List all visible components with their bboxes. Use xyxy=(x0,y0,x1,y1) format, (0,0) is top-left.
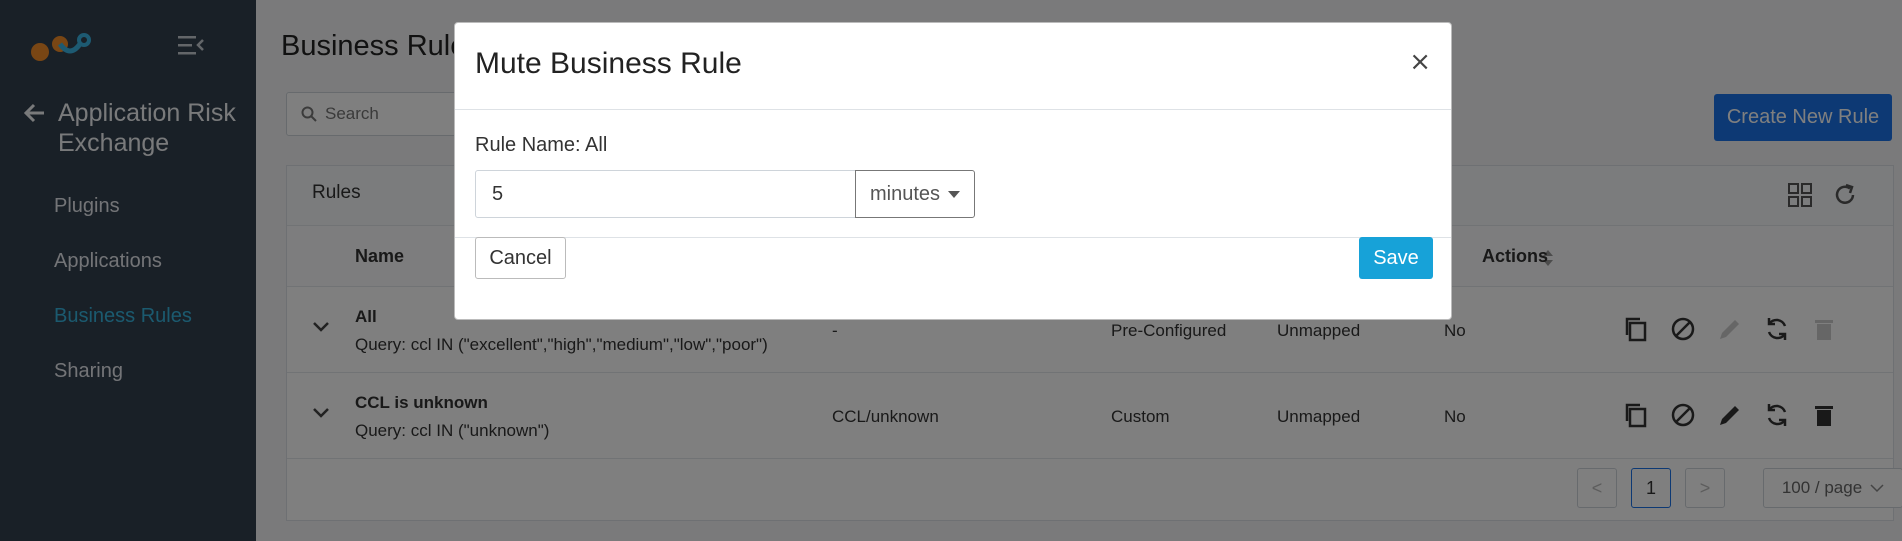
modal-header: Mute Business Rule × xyxy=(455,23,1451,110)
duration-unit-label: minutes xyxy=(869,182,941,205)
cancel-button[interactable]: Cancel xyxy=(475,237,566,279)
save-button[interactable]: Save xyxy=(1359,237,1433,279)
duration-unit-dropdown[interactable]: minutes xyxy=(855,170,975,218)
rule-name-label: Rule Name: All xyxy=(475,134,608,156)
mute-rule-modal: Mute Business Rule × Rule Name: All minu… xyxy=(454,22,1452,320)
close-button[interactable]: × xyxy=(1409,47,1431,77)
duration-input[interactable] xyxy=(475,170,856,218)
modal-body: Rule Name: All minutes xyxy=(455,110,1451,238)
modal-title: Mute Business Rule xyxy=(475,47,742,80)
caret-down-icon xyxy=(948,190,961,198)
